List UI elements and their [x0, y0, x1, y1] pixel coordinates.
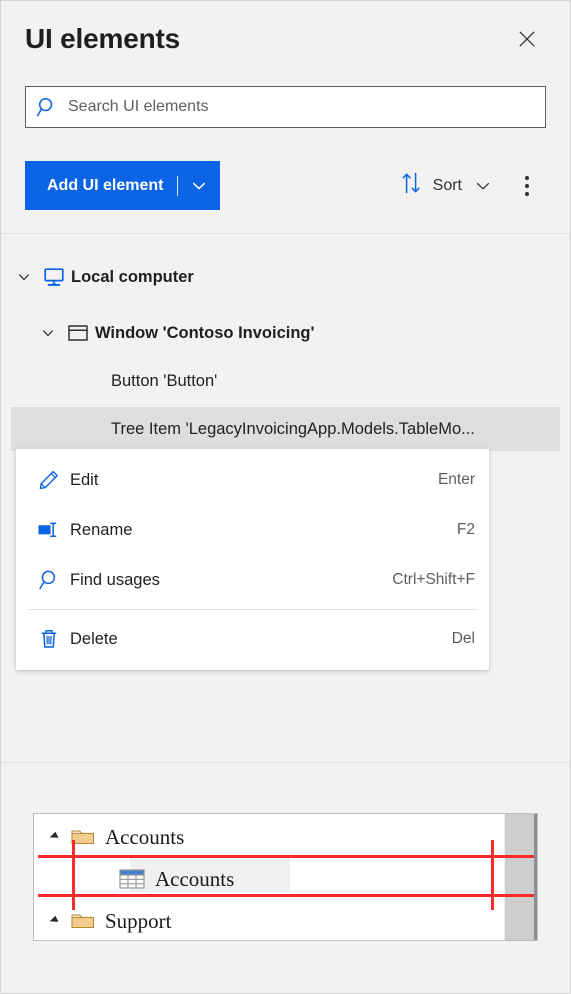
- preview-section: Accounts Accounts Support: [1, 762, 570, 993]
- triangle-collapsed-icon: [48, 914, 62, 928]
- preview-row: Accounts: [34, 816, 184, 858]
- sort-label: Sort: [432, 176, 462, 194]
- preview-row: Support: [34, 900, 172, 940]
- table-icon: [118, 867, 146, 891]
- more-vertical-icon[interactable]: [508, 167, 546, 205]
- menu-item-label: Delete: [70, 629, 118, 648]
- trash-icon: [28, 628, 70, 650]
- context-menu: Edit Enter Rename F2 Find usages Ctrl+Sh…: [16, 449, 489, 670]
- menu-item-rename[interactable]: Rename F2: [16, 505, 489, 555]
- scrollbar-edge: [534, 814, 537, 940]
- page-title: UI elements: [25, 23, 180, 54]
- chevron-down-icon[interactable]: [178, 161, 220, 210]
- add-ui-element-button[interactable]: Add UI element: [25, 161, 221, 210]
- sort-chevron-down-icon[interactable]: [466, 169, 500, 203]
- menu-item-find-usages[interactable]: Find usages Ctrl+Shift+F: [16, 555, 489, 605]
- menu-item-label: Rename: [70, 520, 133, 539]
- menu-item-label: Edit: [70, 470, 99, 489]
- sort-button[interactable]: Sort: [397, 165, 466, 206]
- capture-marker-line-right: [491, 840, 494, 910]
- preview-row-label: Support: [105, 908, 172, 933]
- preview-tree: Accounts Accounts Support: [34, 814, 537, 940]
- vertical-scrollbar[interactable]: [504, 814, 537, 940]
- tree-item-label: Tree Item 'LegacyInvoicingApp.Models.Tab…: [111, 419, 475, 438]
- dot: [525, 183, 529, 188]
- tree-item-label: Window 'Contoso Invoicing': [95, 323, 315, 342]
- capture-marker-line-top: [38, 855, 534, 858]
- sort-group: Sort: [397, 161, 546, 210]
- menu-item-label: Find usages: [70, 570, 160, 589]
- tree-row[interactable]: Window 'Contoso Invoicing': [11, 311, 560, 355]
- element-preview-image: Accounts Accounts Support: [33, 813, 538, 941]
- expander-chevron-down-icon[interactable]: [35, 326, 61, 340]
- tree-item-label: Button 'Button': [111, 371, 218, 390]
- menu-item-shortcut: Del: [451, 630, 475, 647]
- expander-chevron-down-icon[interactable]: [11, 270, 37, 284]
- window-icon: [61, 322, 95, 344]
- dot: [525, 191, 529, 196]
- menu-item-shortcut: Ctrl+Shift+F: [392, 571, 475, 588]
- dot: [525, 175, 529, 180]
- split-button-divider: [177, 175, 179, 196]
- magnifier-icon: [28, 569, 70, 591]
- tree-row[interactable]: Tree Item 'LegacyInvoicingApp.Models.Tab…: [11, 407, 560, 451]
- menu-item-edit[interactable]: Edit Enter: [16, 455, 489, 505]
- menu-separator: [28, 609, 477, 610]
- tree-item-label: Local computer: [71, 267, 194, 286]
- preview-row-label: Accounts: [155, 866, 235, 891]
- triangle-collapsed-icon: [48, 830, 62, 844]
- capture-marker-line-bottom: [38, 894, 534, 897]
- search-box[interactable]: [25, 86, 546, 128]
- monitor-icon: [37, 265, 71, 289]
- menu-item-shortcut: Enter: [437, 471, 475, 488]
- more-dots: [525, 175, 529, 196]
- menu-item-shortcut: F2: [456, 521, 475, 538]
- preview-divider: [1, 762, 570, 763]
- action-bar: Add UI element Sort: [25, 161, 546, 210]
- title-row: UI elements: [25, 19, 550, 63]
- ui-elements-panel: UI elements Add UI element: [0, 0, 571, 994]
- preview-row-label: Accounts: [105, 824, 185, 849]
- capture-marker-line-left: [72, 840, 75, 910]
- close-icon[interactable]: [510, 22, 544, 56]
- panel-header: UI elements Add UI element: [1, 1, 570, 234]
- tree-row[interactable]: Local computer: [11, 255, 560, 299]
- folder-icon: [70, 910, 96, 932]
- search-icon: [26, 96, 68, 118]
- add-ui-element-label: Add UI element: [47, 176, 164, 194]
- rename-icon: [28, 519, 70, 541]
- tree-row[interactable]: Button 'Button': [11, 359, 560, 403]
- sort-arrows-icon: [401, 171, 423, 200]
- search-input[interactable]: [68, 87, 545, 127]
- pencil-icon: [28, 469, 70, 491]
- menu-item-delete[interactable]: Delete Del: [16, 614, 489, 664]
